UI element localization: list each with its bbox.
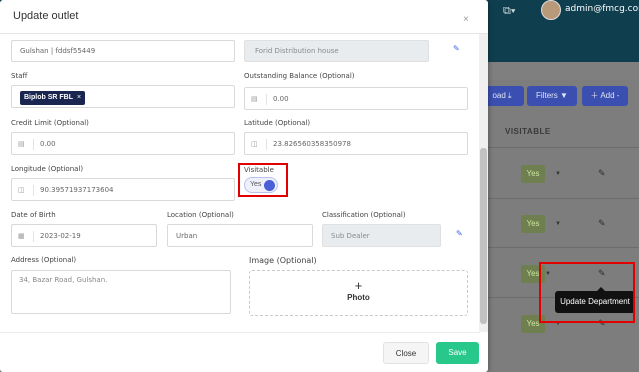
visitable-badge: Yes: [521, 215, 545, 233]
classification-field: Sub Dealer: [322, 224, 441, 247]
user-email[interactable]: admin@fmcg.com: [565, 4, 639, 14]
add-button[interactable]: ＋ Add -: [582, 86, 628, 106]
scrollbar-thumb[interactable]: [480, 148, 487, 324]
photo-upload[interactable]: + Photo: [249, 270, 468, 316]
update-outlet-modal: Update outlet × Gulshan | fddsf55449 For…: [0, 0, 488, 372]
edit-icon[interactable]: ✎: [456, 229, 463, 238]
edit-icon[interactable]: ✎: [598, 218, 606, 229]
highlight-box: [539, 262, 635, 323]
visitable-badge: Yes: [521, 165, 545, 183]
modal-title: Update outlet: [13, 10, 79, 22]
address-label: Address (Optional): [11, 256, 77, 264]
classification-label: Classification (Optional): [322, 211, 406, 219]
image-label: Image (Optional): [249, 256, 317, 265]
plus-icon: +: [354, 278, 363, 293]
longitude-input[interactable]: ◫ 90.39571937173604: [11, 178, 235, 201]
plus-icon: ＋: [590, 91, 599, 100]
date-of-birth-label: Date of Birth: [11, 211, 56, 219]
photo-label: Photo: [347, 293, 370, 302]
credit-limit-input[interactable]: ▤ 0.00: [11, 132, 235, 155]
longitude-label: Longitude (Optional): [11, 165, 84, 173]
outlet-select[interactable]: Gulshan | fddsf55449: [11, 40, 235, 62]
map-icon: ◫: [251, 139, 267, 150]
footer-divider: [0, 332, 480, 333]
filters-button[interactable]: Filters ▼: [527, 86, 577, 106]
outstanding-balance-label: Outstanding Balance (Optional): [244, 72, 355, 80]
table-divider: [488, 198, 639, 199]
toggle-knob: [264, 180, 275, 191]
latitude-label: Latitude (Optional): [244, 119, 311, 127]
table-divider: [488, 147, 639, 148]
distribution-house-field: Forid Distribution house: [244, 40, 429, 62]
modal-divider: [0, 33, 488, 34]
location-input[interactable]: Urban: [167, 224, 313, 247]
copy-icon[interactable]: ⧉▾: [503, 5, 515, 18]
map-icon: ◫: [18, 185, 34, 196]
avatar[interactable]: [541, 0, 561, 20]
staff-chip[interactable]: Biplob SR FBL ×: [20, 91, 86, 105]
address-textarea[interactable]: 34, Bazar Road, Gulshan.: [11, 270, 231, 314]
date-of-birth-input[interactable]: ▦ 2023-02-19: [11, 224, 157, 247]
visitable-label: Visitable: [244, 166, 274, 174]
visitable-toggle[interactable]: Yes: [244, 177, 278, 193]
table-divider: [488, 247, 639, 248]
outstanding-balance-input[interactable]: ▤ 0.00: [244, 87, 468, 110]
close-button[interactable]: Close: [383, 342, 429, 364]
caret-down-icon[interactable]: ▼: [555, 171, 561, 177]
credit-limit-label: Credit Limit (Optional): [11, 119, 89, 127]
calculator-icon: ▤: [18, 139, 34, 150]
filter-icon: ▼: [560, 91, 568, 100]
caret-down-icon[interactable]: ▼: [555, 221, 561, 227]
save-button[interactable]: Save: [436, 342, 479, 364]
outlet-table-card: [488, 80, 639, 372]
visitable-column-header: VISITABLE: [505, 127, 551, 136]
edit-icon[interactable]: ✎: [453, 44, 460, 53]
location-label: Location (Optional): [167, 211, 234, 219]
staff-label: Staff: [11, 72, 28, 80]
close-icon[interactable]: ×: [463, 14, 469, 25]
remove-icon[interactable]: ×: [77, 94, 81, 101]
edit-icon[interactable]: ✎: [598, 168, 606, 179]
calculator-icon: ▤: [251, 94, 267, 105]
latitude-input[interactable]: ◫ 23.826560358350978: [244, 132, 468, 155]
calendar-icon: ▦: [18, 231, 34, 242]
